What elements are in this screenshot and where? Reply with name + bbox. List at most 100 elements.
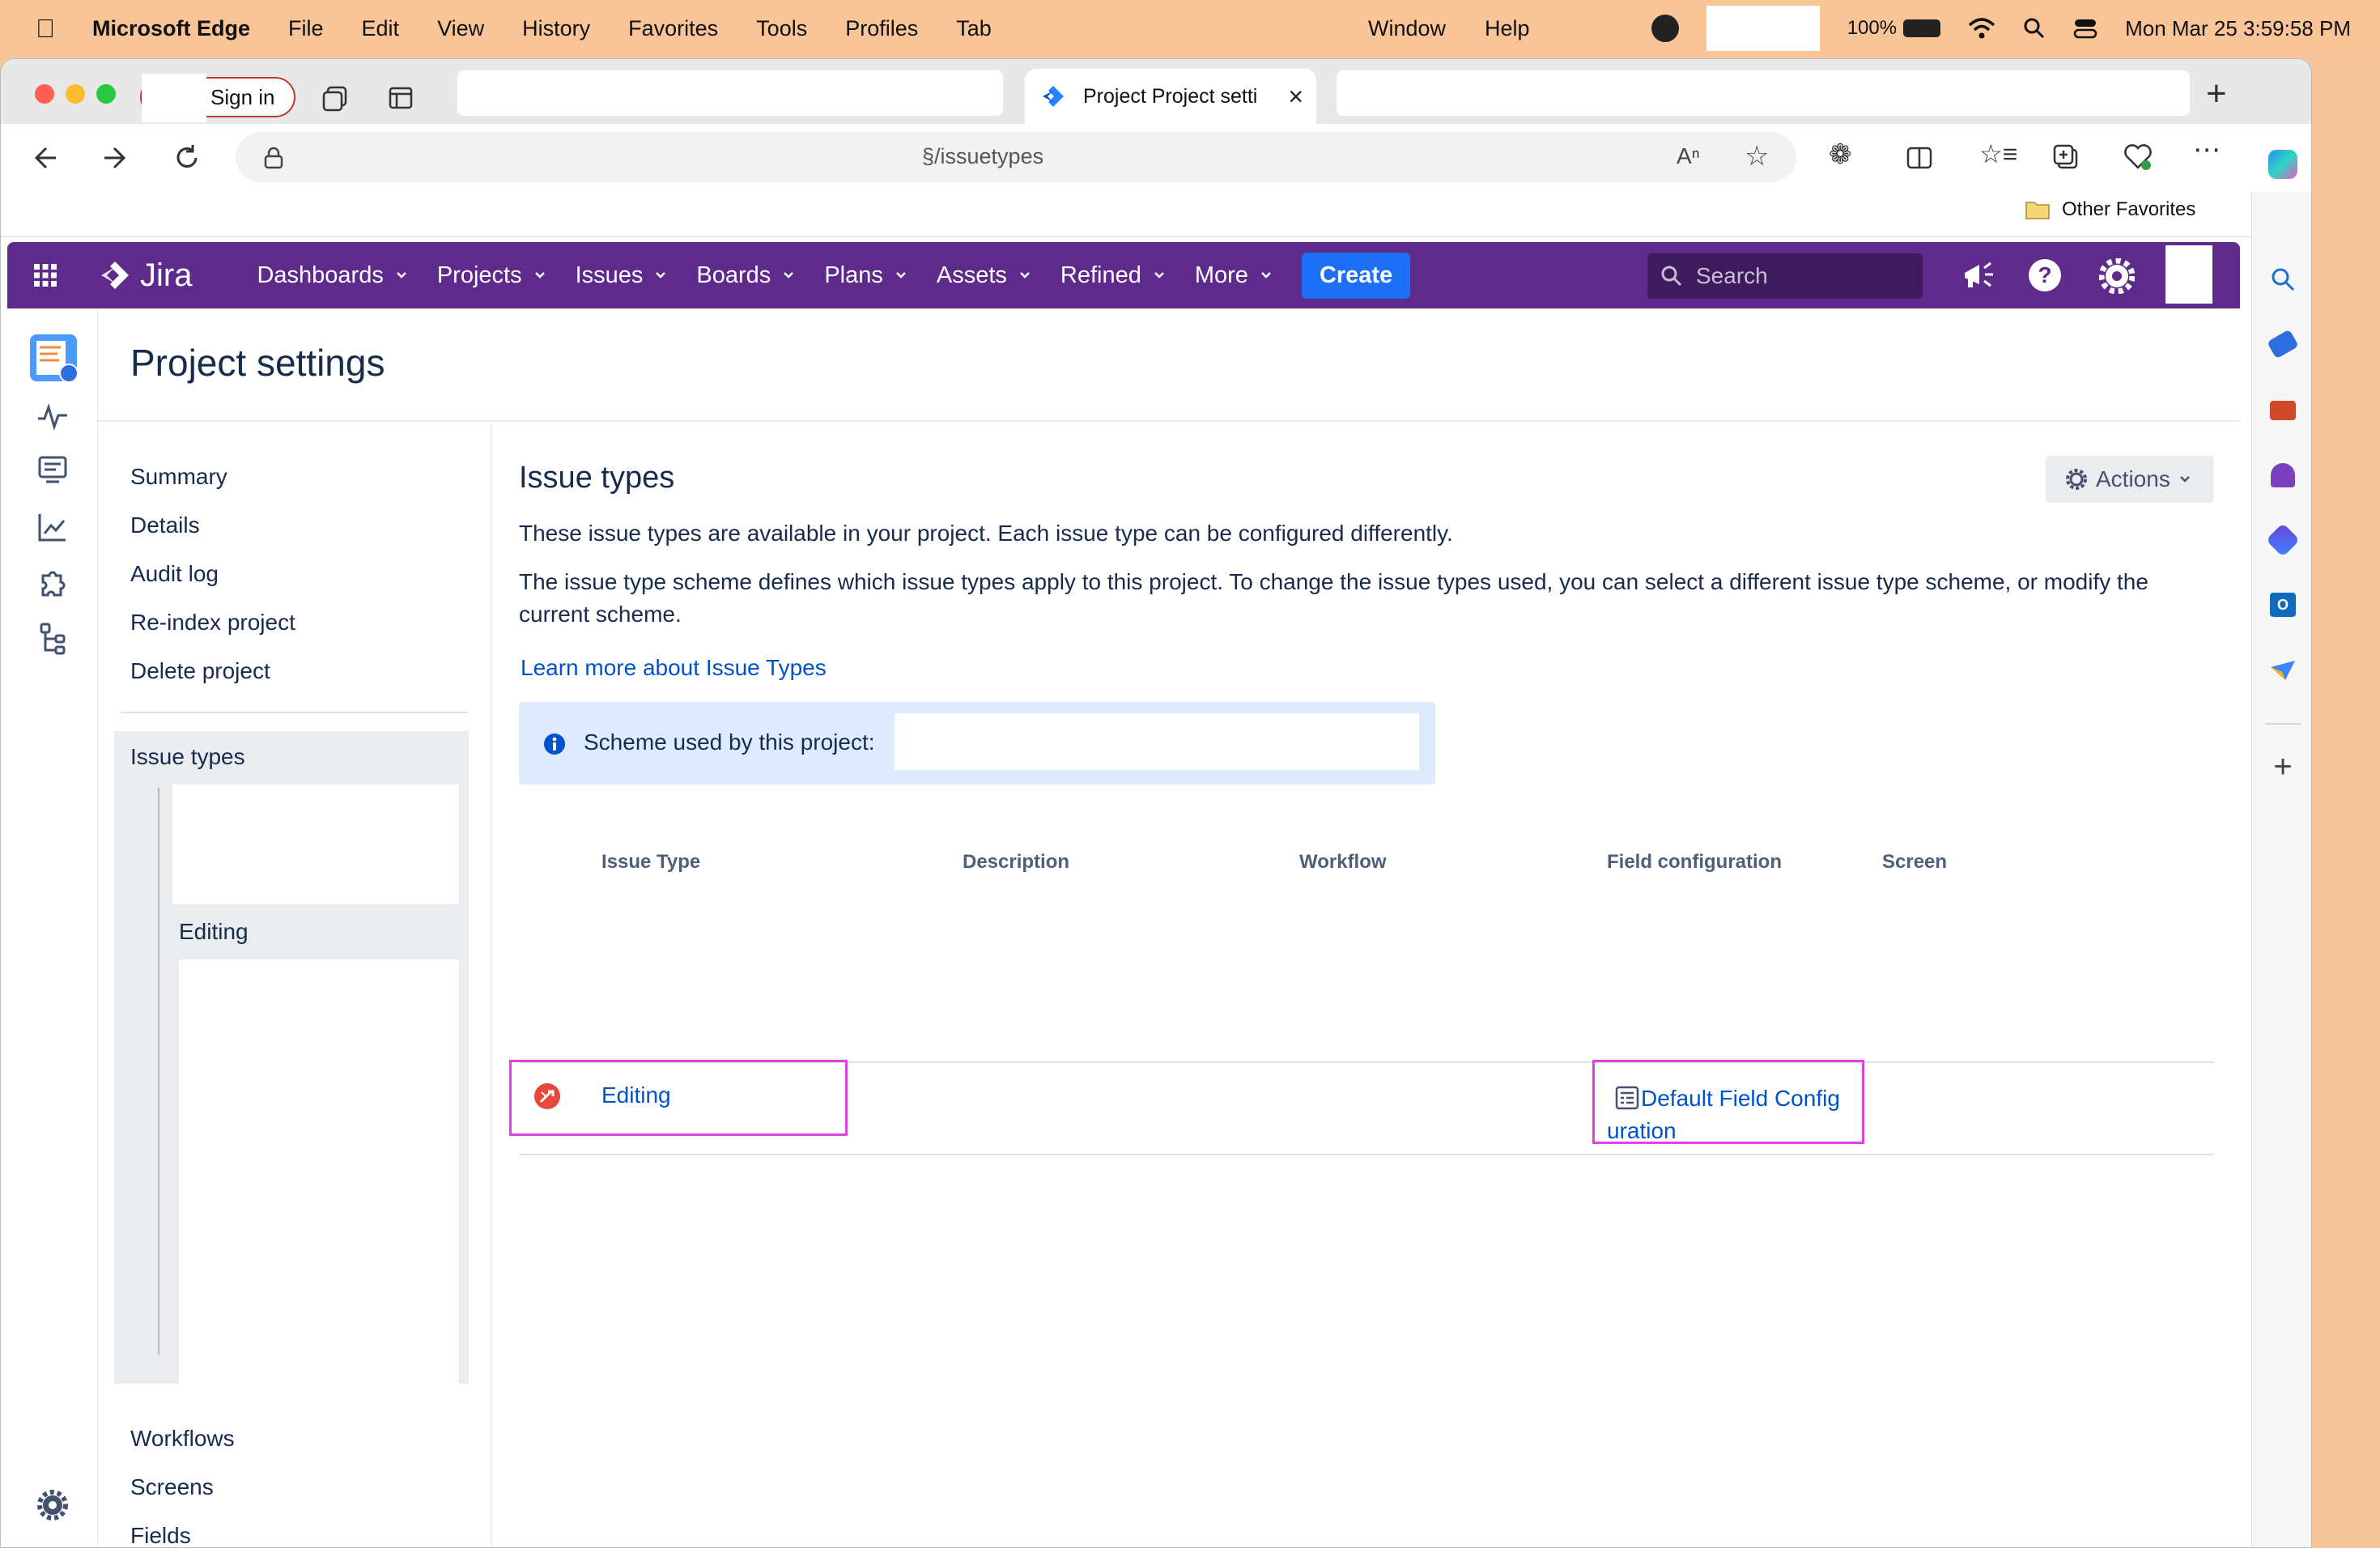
sidebar-item-editing[interactable]: Editing [179,919,249,945]
collections-icon[interactable] [2052,143,2080,171]
menu-profiles[interactable]: Profiles [845,16,918,41]
jira-app: Jira Dashboards Projects Issues Boards P… [7,242,2240,1547]
sidebar-divider [121,712,469,713]
address-bar[interactable]: §/issuetypes Aⁿ ☆ [236,132,1796,182]
nav-issues[interactable]: Issues [576,262,668,289]
tab-inactive-2[interactable] [1337,70,2190,116]
notifications-megaphone-icon[interactable] [1961,260,1995,292]
tab-inactive-1[interactable] [457,70,1003,116]
reports-icon[interactable] [35,509,70,545]
board-icon[interactable] [35,453,70,488]
activity-icon[interactable] [35,399,70,435]
menu-edit[interactable]: Edit [362,16,400,41]
lock-icon[interactable] [263,147,284,169]
favorite-star-icon[interactable]: ☆ [1745,140,1769,172]
project-avatar-icon[interactable] [27,331,80,385]
back-icon[interactable] [30,143,59,172]
create-button[interactable]: Create [1301,252,1411,299]
menu-history[interactable]: History [522,16,590,41]
shopping-tag-icon[interactable] [2267,328,2299,360]
profile-avatar[interactable] [2164,244,2214,305]
jira-logo[interactable]: Jira [100,257,192,294]
close-tab-icon[interactable]: × [1288,82,1303,112]
search-input[interactable]: Search [1647,253,1923,299]
learn-more-link[interactable]: Learn more about Issue Types [521,655,827,681]
help-icon[interactable]: ? [2028,258,2062,292]
sidebar-item-workflows[interactable]: Workflows [130,1426,235,1452]
nav-dashboards[interactable]: Dashboards [257,262,407,289]
profile-sign-in-button[interactable]: Sign in [140,74,295,122]
sidebar-item-reindex[interactable]: Re-index project [130,610,295,636]
add-sidebar-app-icon[interactable]: + [2267,749,2299,785]
microsoft-365-icon[interactable] [2265,522,2301,558]
address-url[interactable]: §/issuetypes [922,144,1043,169]
sidebar-item-delete-project[interactable]: Delete project [130,658,270,684]
other-favorites-folder[interactable]: Other Favorites [2025,198,2195,221]
battery-icon [1903,19,1941,37]
menu-tools[interactable]: Tools [756,16,807,41]
drop-icon[interactable] [2267,653,2299,686]
nav-boards[interactable]: Boards [696,262,795,289]
project-left-rail: » [7,308,98,1547]
sidebar-tree-line [158,788,159,1354]
extensions-icon[interactable]: ❁ [1829,138,1852,171]
copilot-icon[interactable] [2267,148,2299,181]
menu-app-name[interactable]: Microsoft Edge [92,16,250,41]
tools-briefcase-icon[interactable] [2267,394,2299,427]
nav-assets[interactable]: Assets [937,262,1031,289]
sidebar-search-icon[interactable] [2267,263,2299,296]
tab-project-settings[interactable]: Project Project setti × [1025,69,1316,124]
chevron-down-icon [1154,272,1164,279]
apple-icon[interactable]:  [36,14,55,44]
close-window-button[interactable] [35,84,54,104]
nav-more[interactable]: More [1195,262,1273,289]
menu-tab[interactable]: Tab [956,16,992,41]
favorites-icon[interactable]: ☆≡ [1979,138,2017,169]
settings-gear-icon[interactable] [2099,258,2135,294]
col-header-screen: Screen [1882,851,1948,873]
minimize-window-button[interactable] [66,84,85,104]
nav-refined[interactable]: Refined [1060,262,1166,289]
menu-help[interactable]: Help [1485,16,1530,41]
read-aloud-icon[interactable]: Aⁿ [1677,143,1700,169]
forward-icon[interactable] [101,143,130,172]
sidebar-item-summary[interactable]: Summary [130,464,227,490]
games-icon[interactable] [2267,459,2299,491]
workspaces-icon[interactable] [321,85,349,113]
menu-window[interactable]: Window [1368,16,1446,41]
outlook-icon[interactable]: O [2267,589,2299,621]
scheme-name-blank[interactable] [895,713,1419,770]
hierarchy-icon[interactable] [35,621,70,657]
actions-button[interactable]: Actions [2046,456,2214,503]
zoom-window-button[interactable] [96,84,116,104]
line-app-icon[interactable] [1651,15,1679,42]
new-tab-icon[interactable]: + [2206,74,2227,114]
refresh-icon[interactable] [172,143,202,172]
sidebar-item-details[interactable]: Details [130,512,200,538]
split-screen-icon[interactable] [1906,145,1932,171]
nav-plans[interactable]: Plans [824,262,907,289]
menu-view[interactable]: View [437,16,484,41]
apps-puzzle-icon[interactable] [35,566,70,602]
browser-essentials-icon[interactable] [2123,143,2153,171]
app-switcher-icon[interactable] [33,263,57,287]
sidebar-item-screens[interactable]: Screens [130,1474,214,1500]
battery-indicator[interactable]: 100% [1847,17,1941,40]
tab-actions-icon[interactable] [388,85,414,111]
nav-projects[interactable]: Projects [437,262,546,289]
menu-favorites[interactable]: Favorites [628,16,718,41]
menu-file[interactable]: File [288,16,324,41]
clock[interactable]: Mon Mar 25 3:59:58 PM [2125,16,2351,41]
chevron-down-icon [534,272,545,279]
nav-assets-label: Assets [936,262,1007,288]
spotlight-icon[interactable] [2023,17,2046,40]
actions-label: Actions [2096,466,2170,491]
scheme-info-box: Scheme used by this project: [519,702,1435,785]
project-settings-icon[interactable] [35,1487,70,1523]
sidebar-item-issue-types[interactable]: Issue types [130,744,245,770]
more-menu-icon[interactable]: ⋯ [2193,134,2221,166]
sidebar-item-fields[interactable]: Fields [130,1523,191,1546]
sidebar-item-audit-log[interactable]: Audit log [130,561,219,587]
control-center-icon[interactable] [2073,17,2097,40]
wifi-icon[interactable] [1968,17,1995,40]
